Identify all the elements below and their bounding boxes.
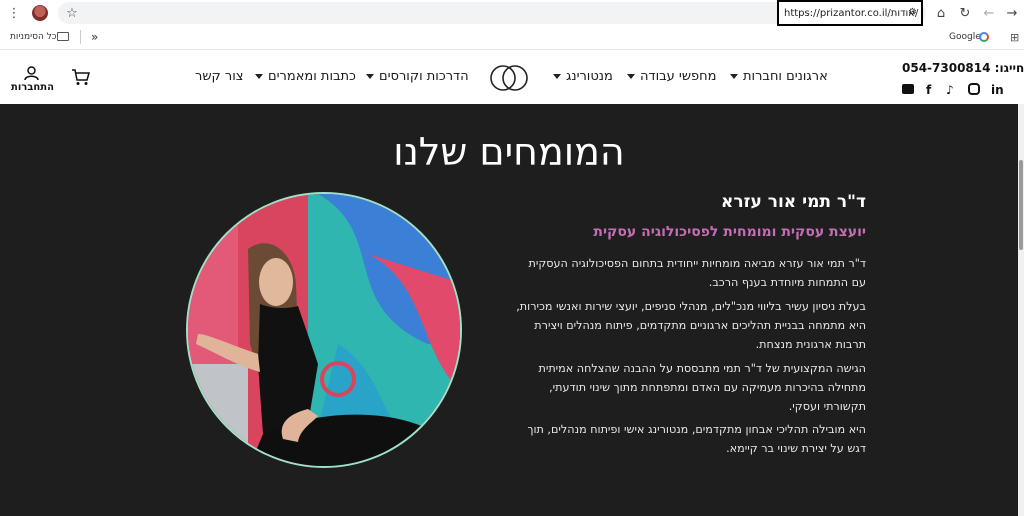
site-logo[interactable] bbox=[488, 64, 530, 92]
bio-paragraph: היא מובילה תהליכי אבחון מתקדמים, מנטורינ… bbox=[527, 423, 866, 455]
reload-icon[interactable]: ↻ bbox=[955, 3, 975, 23]
bio-paragraph: בעלת ניסיון עשיר בליווי מנכ"לים, מנהלי ס… bbox=[516, 300, 866, 351]
chevron-down-icon bbox=[627, 74, 635, 79]
linkedin-icon[interactable]: in bbox=[991, 83, 1004, 97]
cart-icon[interactable] bbox=[71, 68, 90, 86]
page-title: המומחים שלנו bbox=[393, 130, 625, 174]
site-header: חייגו: 054-7300814 in ♪ f ארגונים וחברות… bbox=[0, 51, 1024, 104]
apps-grid-icon[interactable]: ⊞ bbox=[1010, 31, 1019, 44]
expert-photo bbox=[186, 192, 462, 468]
more-bookmarks-button[interactable]: » bbox=[91, 30, 98, 44]
chevron-down-icon bbox=[553, 74, 561, 79]
chevron-down-icon bbox=[366, 74, 374, 79]
all-bookmarks-label[interactable]: כל הסימניות bbox=[10, 32, 57, 42]
bookmarks-bar: כל הסימניות » Google ⊞ bbox=[0, 26, 1024, 50]
bio-paragraph: ד"ר תמי אור עזרא מביאה מומחיות ייחודית ב… bbox=[528, 257, 867, 289]
phone-number[interactable]: חייגו: 054-7300814 bbox=[902, 61, 1024, 75]
youtube-icon[interactable] bbox=[902, 84, 914, 94]
forward-arrow-icon[interactable]: ← bbox=[979, 3, 999, 23]
experts-section: המומחים שלנו ד"ר תמי אור עזרא יועצת עסקי… bbox=[0, 104, 1018, 516]
google-icon bbox=[979, 32, 989, 42]
nav-articles[interactable]: כתבות ומאמרים bbox=[255, 69, 356, 84]
profile-avatar[interactable] bbox=[32, 5, 48, 21]
chevron-down-icon bbox=[255, 74, 263, 79]
browser-toolbar: ⋮ ☆ https://prizantor.co.il/אודות/ ⚙ ⌂ ↻… bbox=[0, 0, 1024, 26]
chevron-down-icon bbox=[730, 74, 738, 79]
nav-organizations[interactable]: ארגונים וחברות bbox=[730, 69, 828, 84]
home-icon[interactable]: ⌂ bbox=[931, 3, 951, 23]
portrait-illustration bbox=[188, 194, 460, 466]
facebook-icon[interactable]: f bbox=[926, 83, 931, 97]
google-bookmark[interactable]: Google bbox=[949, 32, 981, 42]
instagram-icon[interactable] bbox=[968, 83, 980, 95]
url-text: https://prizantor.co.il/אודות/ bbox=[784, 7, 919, 19]
nav-mentoring[interactable]: מנטורינג bbox=[553, 69, 613, 84]
expert-name: ד"ר תמי אור עזרא bbox=[721, 192, 866, 212]
user-icon[interactable] bbox=[24, 66, 39, 81]
nav-job-seekers[interactable]: מחפשי עבודה bbox=[627, 69, 716, 84]
folder-icon[interactable] bbox=[57, 32, 69, 41]
login-link[interactable]: התחברות bbox=[11, 82, 54, 93]
divider bbox=[80, 30, 81, 44]
scrollbar-thumb[interactable] bbox=[1019, 160, 1023, 250]
star-icon[interactable]: ☆ bbox=[62, 3, 82, 23]
tune-icon[interactable]: ⚙ bbox=[908, 7, 917, 18]
kebab-menu-icon[interactable]: ⋮ bbox=[4, 3, 24, 23]
tiktok-icon[interactable]: ♪ bbox=[946, 83, 954, 97]
bio-paragraph: הגישה המקצועית של ד"ר תמי מתבססת על ההבנ… bbox=[538, 362, 866, 413]
back-arrow-icon[interactable]: → bbox=[1002, 3, 1022, 23]
nav-contact[interactable]: צור קשר bbox=[195, 69, 244, 84]
url-field[interactable]: https://prizantor.co.il/אודות/ ⚙ bbox=[777, 0, 923, 26]
nav-trainings[interactable]: הדרכות וקורסים bbox=[366, 69, 469, 84]
expert-role: יועצת עסקית ומומחית לפסיכולוגיה עסקית bbox=[593, 224, 866, 240]
